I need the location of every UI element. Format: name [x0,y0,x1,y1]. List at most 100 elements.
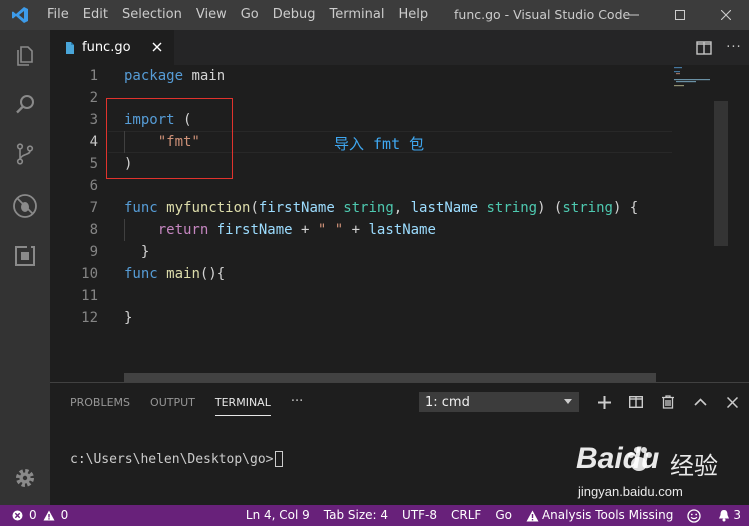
search-icon [16,95,34,114]
more-actions-button[interactable]: ··· [719,30,749,65]
cursor-position[interactable]: Ln 4, Col 9 [246,505,310,526]
go-file-icon [66,41,74,54]
status-bar: 0 0 Ln 4, Col 9 Tab Size: 4 UTF-8 CRLF G… [0,505,749,526]
maximize-button[interactable] [657,0,703,30]
line-number: 4 [89,134,98,150]
warning-icon [526,510,539,521]
title-bar: File Edit Selection View Go Debug Termin… [0,0,749,30]
window-controls [611,0,749,30]
tab-terminal[interactable]: TERMINAL [214,395,271,416]
code-line-10: func main(){ [124,266,226,282]
close-tab-icon[interactable] [150,40,164,54]
horizontal-scrollbar-thumb[interactable] [124,373,656,382]
notification-count: 3 [733,508,741,522]
code-line-7: func myfunction(firstName string, lastNa… [124,200,639,216]
extensions-icon [15,246,35,266]
warning-count: 0 [60,508,69,522]
panel-tabs: PROBLEMS OUTPUT TERMINAL ··· [70,395,303,416]
analysis-tools-status[interactable]: Analysis Tools Missing [526,505,673,526]
split-icon [629,396,643,408]
code-line-12: } [124,310,133,326]
split-editor-icon [696,40,712,55]
minimap-preview [674,67,710,87]
import-annotation: 导入 fmt 包 [334,135,425,153]
minimize-icon [629,14,639,16]
extensions-button[interactable] [0,234,50,278]
chevron-up-icon [693,398,707,406]
smiley-icon [687,508,702,523]
close-icon [721,10,731,20]
problems-status[interactable]: 0 0 [12,505,74,526]
trash-icon [662,395,674,409]
panel-more-button[interactable]: ··· [291,395,303,416]
debug-icon [13,194,37,218]
debug-button[interactable] [0,184,50,228]
error-count: 0 [29,508,37,522]
kill-terminal-button[interactable] [652,391,684,413]
menu-go[interactable]: Go [234,0,266,30]
tab-output[interactable]: OUTPUT [150,395,195,416]
line-number: 1 [89,68,98,84]
editor-actions: ··· [689,30,749,65]
paw-logo-icon [628,447,652,471]
menu-file[interactable]: File [40,0,76,30]
bell-icon [719,510,730,522]
close-panel-button[interactable] [716,391,748,413]
more-icon: ··· [726,40,742,55]
menu-selection[interactable]: Selection [115,0,189,30]
line-number: 6 [89,178,98,194]
language-mode[interactable]: Go [495,505,512,526]
maximize-panel-button[interactable] [684,391,716,413]
line-number: 8 [89,222,98,238]
maximize-icon [675,10,685,20]
menu-debug[interactable]: Debug [266,0,323,30]
encoding[interactable]: UTF-8 [402,505,437,526]
menu-view[interactable]: View [189,0,234,30]
line-number: 3 [89,112,98,128]
code-line-1: package main [124,68,226,84]
split-terminal-button[interactable] [620,391,652,413]
manage-button[interactable] [0,456,50,500]
error-icon [12,510,23,521]
terminal-output[interactable]: c:\Users\helen\Desktop\go> [70,451,283,467]
feedback-button[interactable] [687,508,704,523]
source-control-icon [16,143,34,165]
baidu-jingyan-watermark: Baidu 经验 jingyan.baidu.com [570,438,745,504]
line-ending[interactable]: CRLF [451,505,481,526]
tab-problems[interactable]: PROBLEMS [70,395,130,416]
search-button[interactable] [0,82,50,126]
window-title: func.go - Visual Studio Code [454,7,631,22]
tab-size[interactable]: Tab Size: 4 [324,505,388,526]
line-number: 2 [89,90,98,106]
watermark-cn: 经验 [670,452,718,480]
menu-terminal[interactable]: Terminal [323,0,392,30]
new-terminal-button[interactable] [588,391,620,413]
plus-icon [597,395,611,409]
close-icon [726,396,738,408]
close-window-button[interactable] [703,0,749,30]
split-editor-button[interactable] [689,30,719,65]
line-number: 10 [81,266,98,282]
terminal-cursor [274,451,283,467]
line-number: 7 [89,200,98,216]
warning-icon [43,510,55,521]
line-number: 9 [89,244,98,260]
import-highlight-box [106,98,233,179]
notifications-button[interactable]: 3 [718,505,741,526]
code-editor[interactable]: 1 2 3 4 5 6 7 8 9 10 11 12 package main … [50,65,749,382]
menu-edit[interactable]: Edit [76,0,115,30]
vertical-scrollbar-thumb[interactable] [714,101,728,246]
menu-help[interactable]: Help [391,0,435,30]
chevron-down-icon [564,399,572,404]
explorer-button[interactable] [0,34,50,78]
line-number: 5 [89,156,98,172]
terminal-select[interactable]: 1: cmd [419,392,579,412]
minimize-button[interactable] [611,0,657,30]
status-right: Ln 4, Col 9 Tab Size: 4 UTF-8 CRLF Go An… [232,505,741,526]
line-number-gutter: 1 2 3 4 5 6 7 8 9 10 11 12 [50,65,108,382]
tab-func-go[interactable]: func.go [50,30,174,65]
line-number: 11 [81,288,98,304]
activity-bar [0,30,50,505]
source-control-button[interactable] [0,132,50,176]
line-number: 12 [81,310,98,326]
